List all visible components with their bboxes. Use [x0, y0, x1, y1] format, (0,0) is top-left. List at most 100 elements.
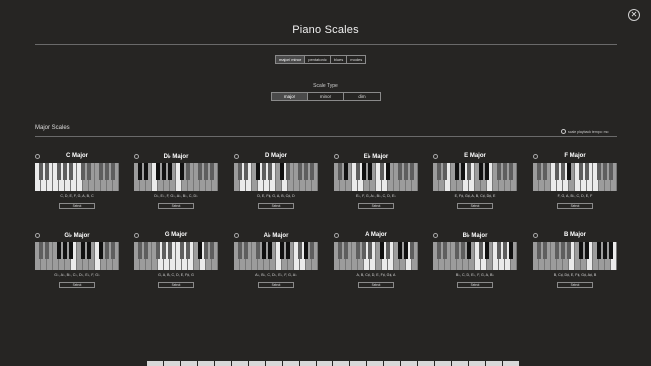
black-key[interactable] [238, 242, 242, 259]
black-key[interactable] [344, 163, 348, 180]
black-key[interactable] [386, 163, 390, 180]
select-button[interactable]: Select [358, 282, 394, 288]
black-key[interactable] [404, 163, 408, 180]
black-key[interactable] [111, 163, 115, 180]
black-key[interactable] [362, 242, 366, 259]
black-key[interactable] [467, 163, 471, 180]
black-key[interactable] [410, 163, 414, 180]
black-key[interactable] [238, 163, 242, 180]
black-key[interactable] [298, 163, 302, 180]
black-key[interactable] [443, 163, 447, 180]
select-button[interactable]: Select [158, 282, 194, 288]
black-key[interactable] [362, 163, 366, 180]
black-key[interactable] [286, 163, 290, 180]
black-key[interactable] [162, 163, 166, 180]
black-key[interactable] [69, 242, 73, 259]
black-key[interactable] [543, 242, 547, 259]
black-key[interactable] [57, 163, 61, 180]
black-key[interactable] [386, 242, 390, 259]
black-key[interactable] [537, 163, 541, 180]
black-key[interactable] [597, 163, 601, 180]
select-button[interactable]: Select [59, 282, 95, 288]
black-key[interactable] [555, 163, 559, 180]
close-icon[interactable]: ✕ [628, 9, 640, 21]
black-key[interactable] [567, 163, 571, 180]
black-key[interactable] [268, 242, 272, 259]
mode-tab-modes[interactable]: modes [347, 56, 365, 63]
black-key[interactable] [111, 242, 115, 259]
black-key[interactable] [105, 242, 109, 259]
black-key[interactable] [443, 242, 447, 259]
select-button[interactable]: Select [557, 282, 593, 288]
black-key[interactable] [280, 242, 284, 259]
black-key[interactable] [497, 163, 501, 180]
black-key[interactable] [63, 242, 67, 259]
black-key[interactable] [144, 163, 148, 180]
black-key[interactable] [398, 163, 402, 180]
black-key[interactable] [180, 163, 184, 180]
black-key[interactable] [256, 163, 260, 180]
black-key[interactable] [144, 242, 148, 259]
black-key[interactable] [467, 242, 471, 259]
black-key[interactable] [561, 242, 565, 259]
black-key[interactable] [156, 163, 160, 180]
black-key[interactable] [69, 163, 73, 180]
black-key[interactable] [262, 163, 266, 180]
black-key[interactable] [609, 242, 613, 259]
black-key[interactable] [304, 242, 308, 259]
black-key[interactable] [485, 242, 489, 259]
black-key[interactable] [338, 242, 342, 259]
black-key[interactable] [99, 163, 103, 180]
black-key[interactable] [162, 242, 166, 259]
black-key[interactable] [356, 242, 360, 259]
black-key[interactable] [609, 163, 613, 180]
select-button[interactable]: Select [358, 203, 394, 209]
black-key[interactable] [87, 163, 91, 180]
select-button[interactable]: Select [258, 203, 294, 209]
black-key[interactable] [479, 163, 483, 180]
black-key[interactable] [298, 242, 302, 259]
black-key[interactable] [603, 163, 607, 180]
black-key[interactable] [81, 163, 85, 180]
black-key[interactable] [485, 163, 489, 180]
black-key[interactable] [198, 242, 202, 259]
select-button[interactable]: Select [258, 282, 294, 288]
black-key[interactable] [256, 242, 260, 259]
black-key[interactable] [180, 242, 184, 259]
black-key[interactable] [156, 242, 160, 259]
black-key[interactable] [404, 242, 408, 259]
black-key[interactable] [597, 242, 601, 259]
black-key[interactable] [461, 163, 465, 180]
black-key[interactable] [57, 242, 61, 259]
black-key[interactable] [105, 163, 109, 180]
black-key[interactable] [503, 163, 507, 180]
select-button[interactable]: Select [457, 282, 493, 288]
scale-type-major[interactable]: major [272, 93, 308, 100]
black-key[interactable] [356, 163, 360, 180]
black-key[interactable] [380, 163, 384, 180]
black-key[interactable] [262, 242, 266, 259]
black-key[interactable] [310, 163, 314, 180]
black-key[interactable] [455, 242, 459, 259]
black-key[interactable] [39, 163, 43, 180]
black-key[interactable] [268, 163, 272, 180]
black-key[interactable] [39, 242, 43, 259]
black-key[interactable] [497, 242, 501, 259]
black-key[interactable] [45, 163, 49, 180]
black-key[interactable] [338, 163, 342, 180]
black-key[interactable] [567, 242, 571, 259]
black-key[interactable] [168, 242, 172, 259]
black-key[interactable] [87, 242, 91, 259]
black-key[interactable] [286, 242, 290, 259]
scale-type-minor[interactable]: minor [308, 93, 344, 100]
mode-tab-pentatonic[interactable]: pentatonic [305, 56, 331, 63]
black-key[interactable] [509, 163, 513, 180]
black-key[interactable] [509, 242, 513, 259]
black-key[interactable] [543, 163, 547, 180]
black-key[interactable] [368, 163, 372, 180]
black-key[interactable] [244, 163, 248, 180]
black-key[interactable] [280, 163, 284, 180]
select-button[interactable]: Select [158, 203, 194, 209]
black-key[interactable] [310, 242, 314, 259]
black-key[interactable] [437, 163, 441, 180]
